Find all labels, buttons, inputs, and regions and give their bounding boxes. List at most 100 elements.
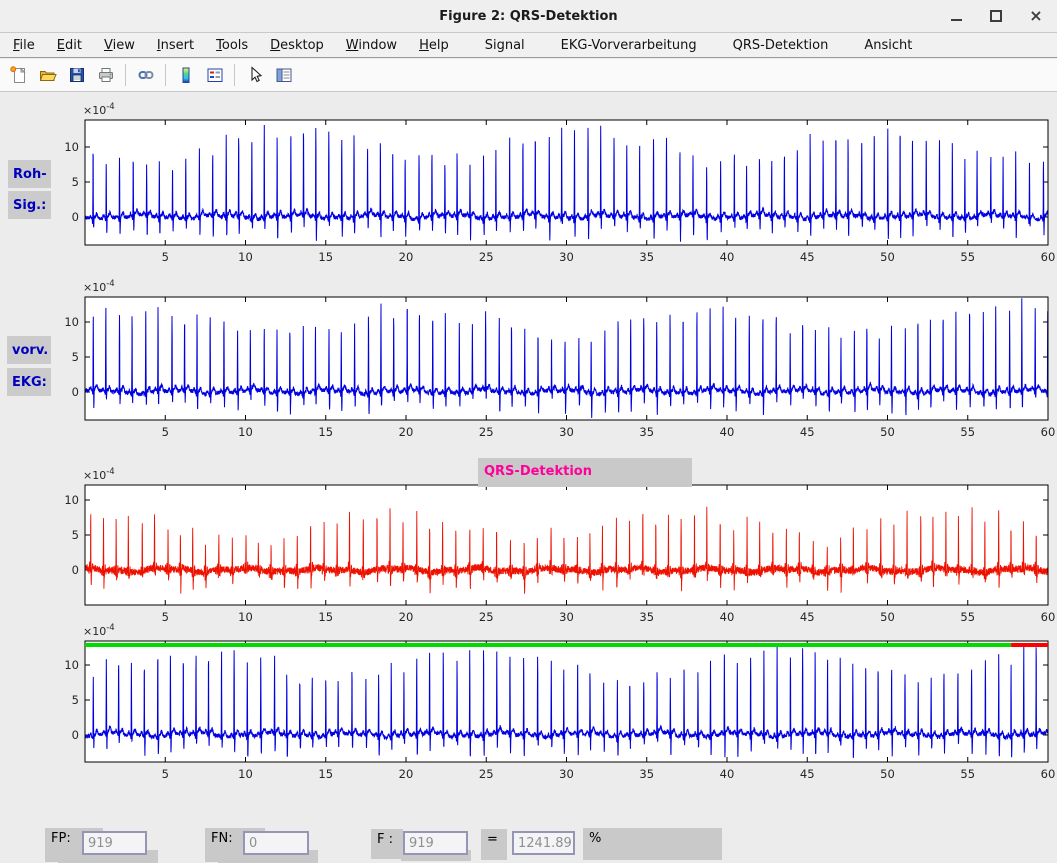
plot-detektion-ergebnis: 510152025303540455055600510×10-4 bbox=[64, 623, 1055, 781]
print-figure-icon bbox=[96, 65, 116, 85]
fn-input[interactable] bbox=[243, 831, 309, 855]
insert-colorbar-button[interactable] bbox=[171, 61, 200, 90]
toolbar-separator bbox=[165, 64, 166, 86]
link-plot-icon bbox=[136, 65, 156, 85]
x-tick-label: 15 bbox=[318, 425, 333, 439]
x-tick-label: 55 bbox=[960, 250, 975, 264]
close-icon: × bbox=[1029, 8, 1042, 24]
f-ratio-input[interactable] bbox=[512, 831, 575, 855]
x-tick-label: 25 bbox=[479, 425, 494, 439]
figure-toolbar bbox=[0, 59, 1057, 92]
maximize-icon bbox=[990, 10, 1002, 22]
x-tick-label: 55 bbox=[960, 425, 975, 439]
y-tick-label: 0 bbox=[72, 210, 79, 224]
save-figure-icon bbox=[67, 65, 87, 85]
menu-bar: File Edit View Insert Tools Desktop Wind… bbox=[0, 33, 1057, 58]
y-tick-label: 5 bbox=[72, 528, 79, 542]
x-tick-label: 25 bbox=[479, 610, 494, 624]
menu-window[interactable]: Window bbox=[335, 34, 408, 57]
x-tick-label: 35 bbox=[639, 767, 654, 781]
menu-edit[interactable]: Edit bbox=[46, 34, 93, 57]
new-figure-button[interactable] bbox=[4, 61, 33, 90]
y-tick-label: 0 bbox=[72, 728, 79, 742]
x-tick-label: 20 bbox=[399, 610, 414, 624]
x-tick-label: 10 bbox=[238, 250, 253, 264]
x-tick-label: 50 bbox=[880, 610, 895, 624]
link-plot-button[interactable] bbox=[131, 61, 160, 90]
maximize-button[interactable] bbox=[983, 3, 1009, 29]
x-tick-label: 60 bbox=[1041, 610, 1056, 624]
y-tick-label: 0 bbox=[72, 385, 79, 399]
x-tick-label: 25 bbox=[479, 767, 494, 781]
menu-file[interactable]: File bbox=[2, 34, 46, 57]
x-tick-label: 40 bbox=[720, 610, 735, 624]
plot-qrs-detektion: 510152025303540455055600510×10-4 bbox=[64, 467, 1055, 624]
open-file-button[interactable] bbox=[33, 61, 62, 90]
edit-plot-button[interactable] bbox=[240, 61, 269, 90]
label-roh: Roh- bbox=[8, 160, 51, 188]
open-file-icon bbox=[38, 65, 58, 85]
x-tick-label: 15 bbox=[318, 250, 333, 264]
axes-box bbox=[85, 641, 1048, 762]
qrs-detektion-title: QRS-Detektion bbox=[478, 458, 692, 487]
y-exponent-label: ×10-4 bbox=[83, 279, 115, 294]
menu-desktop[interactable]: Desktop bbox=[259, 34, 335, 57]
x-tick-label: 20 bbox=[399, 425, 414, 439]
insert-colorbar-icon bbox=[176, 65, 196, 85]
x-tick-label: 45 bbox=[800, 610, 815, 624]
y-tick-label: 10 bbox=[64, 315, 79, 329]
y-exponent-label: ×10-4 bbox=[83, 102, 115, 117]
y-tick-label: 10 bbox=[64, 658, 79, 672]
f-input[interactable] bbox=[403, 831, 468, 855]
x-tick-label: 20 bbox=[399, 767, 414, 781]
menu-qrs-detektion[interactable]: QRS-Detektion bbox=[722, 34, 840, 57]
menu-view[interactable]: View bbox=[93, 34, 146, 57]
equals-label-box: = bbox=[481, 829, 507, 860]
x-tick-label: 15 bbox=[318, 767, 333, 781]
menu-tools[interactable]: Tools bbox=[205, 34, 259, 57]
y-tick-label: 10 bbox=[64, 493, 79, 507]
save-figure-button[interactable] bbox=[62, 61, 91, 90]
label-sig: Sig.: bbox=[8, 191, 51, 219]
menu-ansicht[interactable]: Ansicht bbox=[853, 34, 923, 57]
print-figure-button[interactable] bbox=[91, 61, 120, 90]
x-tick-label: 40 bbox=[720, 250, 735, 264]
axes-box bbox=[85, 297, 1048, 420]
x-tick-label: 15 bbox=[318, 610, 333, 624]
x-tick-label: 60 bbox=[1041, 425, 1056, 439]
x-tick-label: 45 bbox=[800, 425, 815, 439]
insert-legend-button[interactable] bbox=[200, 61, 229, 90]
x-tick-label: 35 bbox=[639, 610, 654, 624]
axes-box bbox=[85, 485, 1048, 605]
menu-signal[interactable]: Signal bbox=[474, 34, 536, 57]
x-tick-label: 20 bbox=[399, 250, 414, 264]
x-tick-label: 40 bbox=[720, 425, 735, 439]
minimize-icon bbox=[951, 19, 962, 22]
toolbar-separator bbox=[234, 64, 235, 86]
x-tick-label: 60 bbox=[1041, 767, 1056, 781]
y-tick-label: 10 bbox=[64, 140, 79, 154]
y-tick-label: 5 bbox=[72, 350, 79, 364]
x-tick-label: 30 bbox=[559, 425, 574, 439]
f-label-box: F : bbox=[371, 829, 403, 859]
x-tick-label: 55 bbox=[960, 610, 975, 624]
x-tick-label: 45 bbox=[800, 767, 815, 781]
x-tick-label: 35 bbox=[639, 425, 654, 439]
menu-ekg-vorverarbeitung[interactable]: EKG-Vorverarbeitung bbox=[550, 34, 708, 57]
x-tick-label: 5 bbox=[162, 767, 169, 781]
minimize-button[interactable] bbox=[943, 3, 969, 29]
x-tick-label: 45 bbox=[800, 250, 815, 264]
x-tick-label: 40 bbox=[720, 767, 735, 781]
x-tick-label: 5 bbox=[162, 610, 169, 624]
label-ekg: EKG: bbox=[7, 368, 51, 396]
menu-insert[interactable]: Insert bbox=[146, 34, 205, 57]
title-bar[interactable]: Figure 2: QRS-Detektion × bbox=[0, 0, 1057, 33]
x-tick-label: 10 bbox=[238, 610, 253, 624]
plot-browser-button[interactable] bbox=[269, 61, 298, 90]
axes-box bbox=[85, 120, 1048, 245]
close-button[interactable]: × bbox=[1023, 3, 1049, 29]
x-tick-label: 35 bbox=[639, 250, 654, 264]
figure-window: Figure 2: QRS-Detektion × File Edit View… bbox=[0, 0, 1057, 863]
fp-input[interactable] bbox=[82, 831, 147, 855]
menu-help[interactable]: Help bbox=[408, 34, 460, 57]
